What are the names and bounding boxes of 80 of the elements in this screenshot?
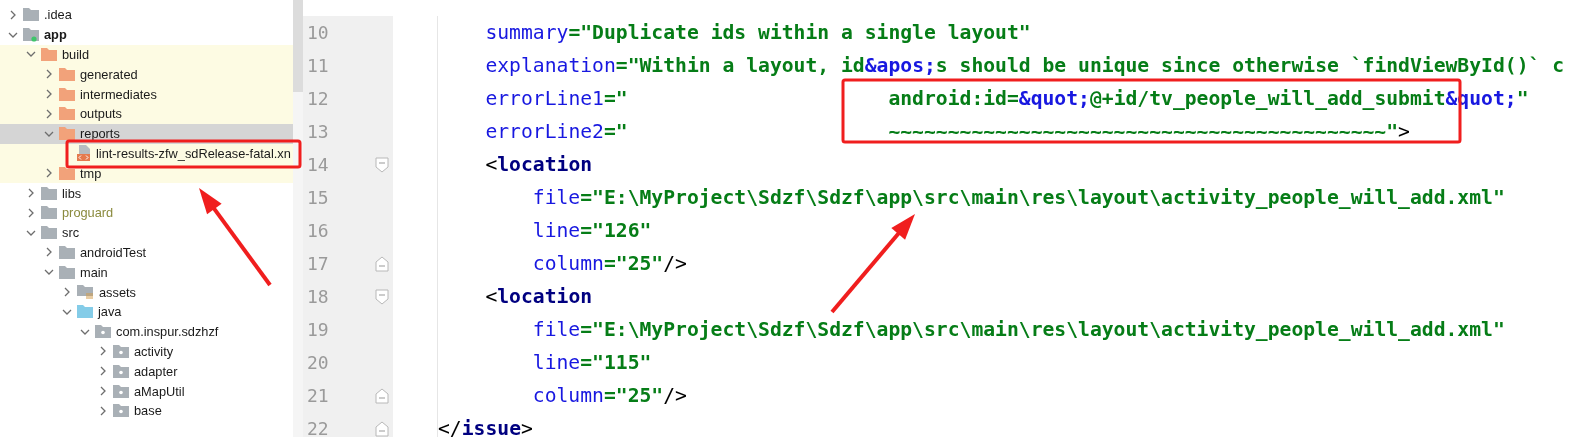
tree-item[interactable]: outputs	[0, 104, 293, 124]
code-line: summary="Duplicate ids within a single layout"	[484, 21, 1031, 44]
chevron-right-icon[interactable]	[44, 69, 54, 80]
folder-icon	[41, 206, 57, 220]
code-line: file="E:\MyProject\Sdzf\Sdzf\app\src\main\res\layout\activity_people_will_add.xml"	[531, 318, 1505, 341]
package-icon	[113, 364, 129, 378]
folder-icon	[59, 67, 75, 81]
folder-icon	[59, 87, 75, 101]
folder-icon	[41, 186, 57, 200]
line-number: 11	[306, 55, 330, 76]
line-number: 18	[306, 286, 330, 307]
folder-icon	[23, 8, 39, 22]
chevron-right-icon[interactable]	[98, 366, 108, 377]
tree-item[interactable]: aMapUtil	[0, 381, 293, 401]
folder-icon	[41, 48, 57, 61]
xml-file-icon	[77, 145, 91, 162]
tree-item[interactable]: activity	[0, 341, 293, 362]
fold-start-icon[interactable]	[375, 288, 389, 305]
line-number: 13	[306, 121, 330, 142]
code-line: errorLine2=" ~~~~~~~~~~~~~~~~~~~~~~~~~~~~~~~~~~~~~~~~~~">	[484, 120, 1410, 143]
package-icon	[113, 344, 129, 358]
chevron-right-icon[interactable]	[44, 108, 54, 119]
tree-item[interactable]: intermediates	[0, 84, 293, 104]
code-line: explanation="Within a layout, id&apos;s should be unique since otherwise `findViewById()` c	[484, 54, 1565, 77]
tree-item[interactable]: proguard	[0, 202, 293, 223]
tree-item[interactable]: src	[0, 222, 293, 243]
line-number: 16	[306, 220, 330, 241]
folder-icon	[59, 265, 75, 279]
tree-item[interactable]: tmp	[0, 163, 293, 184]
package-icon	[113, 404, 129, 418]
code-line: line="126"	[531, 219, 652, 242]
folder-icon	[59, 107, 75, 121]
tree-item[interactable]: base	[0, 400, 293, 421]
line-number: 10	[306, 22, 330, 43]
tree-item[interactable]: java	[0, 301, 293, 322]
tree-item[interactable]: generated	[0, 64, 293, 85]
chevron-right-icon[interactable]	[44, 89, 54, 100]
fold-start-icon[interactable]	[375, 156, 389, 173]
package-icon	[95, 325, 111, 339]
package-icon	[113, 384, 129, 398]
source-folder-icon	[77, 305, 93, 319]
folder-icon	[41, 226, 57, 240]
line-number: 20	[306, 352, 330, 373]
code-line: column="25"/>	[531, 384, 687, 407]
module-folder-icon	[23, 27, 39, 42]
code-line: column="25"/>	[531, 252, 687, 275]
tree-item[interactable]: app	[0, 24, 293, 45]
code-line: <location	[484, 153, 593, 176]
chevron-right-icon[interactable]	[26, 207, 36, 218]
chevron-right-icon[interactable]	[98, 346, 108, 357]
tree-item[interactable]: .idea	[0, 5, 293, 25]
folder-icon	[59, 245, 75, 259]
chevron-right-icon[interactable]	[98, 405, 108, 416]
tree-item[interactable]: libs	[0, 183, 293, 203]
tree-item[interactable]: assets	[0, 282, 293, 302]
line-number: 12	[306, 88, 330, 109]
chevron-right-icon[interactable]	[62, 287, 72, 298]
chevron-right-icon[interactable]	[26, 188, 36, 199]
line-number: 15	[306, 187, 330, 208]
line-number: 14	[306, 154, 330, 175]
chevron-right-icon[interactable]	[8, 9, 18, 20]
tree-item[interactable]: androidTest	[0, 242, 293, 263]
line-number: 19	[306, 319, 330, 340]
chevron-right-icon[interactable]	[98, 386, 108, 397]
line-number: 17	[306, 253, 330, 274]
resources-folder-icon	[77, 284, 94, 300]
code-line: file="E:\MyProject\Sdzf\Sdzf\app\src\main\res\layout\activity_people_will_add.xml"	[531, 186, 1505, 209]
tree-item[interactable]: adapter	[0, 361, 293, 382]
chevron-right-icon[interactable]	[44, 168, 54, 179]
code-line: <location	[484, 285, 593, 308]
tree-item[interactable]: build	[0, 44, 293, 65]
scrollbar-thumb[interactable]	[293, 0, 303, 92]
chevron-right-icon[interactable]	[44, 247, 54, 258]
code-line: </issue>	[438, 417, 533, 437]
folder-icon	[59, 127, 75, 141]
code-line: line="115"	[531, 351, 652, 374]
tree-item[interactable]: main	[0, 262, 293, 283]
tree-item[interactable]: com.inspur.sdzhzf	[0, 321, 293, 342]
line-number: 22	[306, 418, 330, 437]
line-number: 21	[306, 385, 330, 406]
